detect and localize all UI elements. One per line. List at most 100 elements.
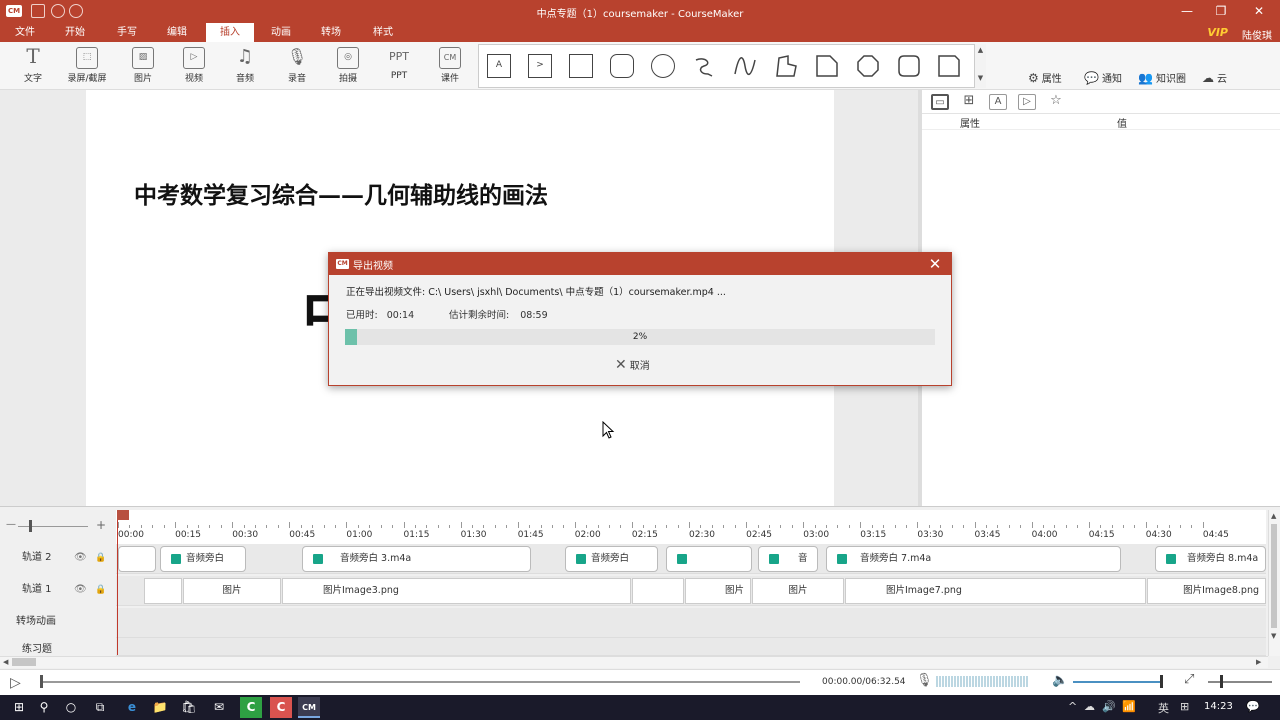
text-tab-icon[interactable]: A — [989, 94, 1007, 110]
cancel-export-button[interactable]: ✕ 取消 — [615, 356, 661, 374]
volume-icon[interactable]: 🔊 — [1102, 700, 1116, 713]
wave-shape[interactable] — [733, 54, 757, 78]
canvas-zoom-slider[interactable] — [1208, 681, 1272, 683]
image-clip[interactable]: 图片 — [183, 578, 281, 604]
mail-icon[interactable]: ✉ — [208, 697, 230, 718]
clock[interactable]: 14:23 — [1204, 701, 1233, 712]
scroll-up-icon[interactable]: ▲ — [1271, 512, 1276, 520]
properties-button[interactable]: ⚙ 属性 — [1028, 69, 1062, 87]
vertical-scroll-thumb[interactable] — [1271, 524, 1277, 628]
knowledge-circle-button[interactable]: 👥 知识圈 — [1138, 69, 1186, 87]
octagon-shape[interactable] — [856, 54, 880, 78]
store-icon[interactable]: 🛍 — [178, 697, 200, 718]
network-icon[interactable]: 📶 — [1122, 700, 1136, 713]
menu-insert[interactable]: 插入 — [206, 23, 254, 42]
timeline-vertical-scrollbar[interactable]: ▲ ▼ — [1268, 510, 1280, 656]
textbox-shape[interactable]: A — [487, 54, 511, 78]
record-tool-button[interactable]: 🎙 录音 — [274, 45, 320, 87]
image-clip[interactable]: 图片 — [752, 578, 844, 604]
video-tool-button[interactable]: ▷ 视频 — [171, 45, 217, 87]
timeline-zoom-control[interactable]: — + — [0, 510, 116, 544]
freeform-shape[interactable] — [774, 54, 798, 78]
image-clip[interactable]: 图片Image3.png — [282, 578, 631, 604]
canvas-zoom-knob[interactable] — [1220, 675, 1223, 688]
screen-record-button[interactable]: ⬚ 录屏/截屏 — [64, 45, 110, 87]
seek-bar[interactable] — [40, 681, 800, 683]
spiral-shape[interactable] — [692, 54, 716, 78]
volume-knob[interactable] — [1160, 675, 1163, 688]
menu-style[interactable]: 样式 — [364, 23, 402, 42]
audio-clip[interactable]: 音频旁白 — [565, 546, 658, 572]
scroll-right-icon[interactable]: ▶ — [1256, 658, 1261, 666]
input-method-icon[interactable]: ⊞ — [1180, 700, 1189, 713]
menu-edit[interactable]: 编辑 — [158, 23, 196, 42]
image-clip[interactable]: 图片 — [685, 578, 751, 604]
cortana-icon[interactable]: ○ — [60, 697, 82, 718]
seek-knob[interactable] — [40, 675, 43, 688]
scroll-up-icon[interactable]: ▲ — [975, 46, 986, 54]
audio-tool-button[interactable]: ♫ 音频 — [222, 45, 268, 87]
scroll-down-icon[interactable]: ▼ — [1271, 632, 1276, 640]
image-clip[interactable] — [144, 578, 182, 604]
coursemaker-taskbar-icon[interactable]: CM — [298, 697, 320, 718]
fit-screen-icon[interactable]: ⤢ — [1184, 672, 1194, 687]
tray-overflow-icon[interactable]: ^ — [1068, 700, 1077, 713]
audio-clip[interactable] — [118, 546, 156, 572]
microphone-icon[interactable]: 🎙 — [916, 673, 933, 688]
vip-badge[interactable]: VIP — [1207, 26, 1228, 39]
image-clip[interactable]: 图片Image8.png — [1147, 578, 1266, 604]
audio-clip[interactable]: 音频旁白 3.m4a — [302, 546, 531, 572]
circle-shape[interactable] — [651, 54, 675, 78]
horizontal-scroll-thumb[interactable] — [12, 658, 36, 666]
start-menu-icon[interactable]: ⊞ — [8, 697, 30, 718]
ppt-tool-button[interactable]: PPT PPT — [376, 45, 422, 87]
star-tab-icon[interactable]: ☆ — [1047, 94, 1065, 110]
playhead-line[interactable] — [117, 510, 118, 655]
edge-icon[interactable]: e — [121, 697, 143, 718]
image-clip[interactable] — [632, 578, 684, 604]
input-language-indicator[interactable]: 英 — [1158, 700, 1169, 716]
image-clip[interactable]: 图片Image7.png — [845, 578, 1146, 604]
camtasia-red-icon[interactable]: C — [270, 697, 292, 718]
zoom-in-icon[interactable]: + — [96, 518, 106, 532]
menu-start[interactable]: 开始 — [56, 23, 94, 42]
lock-icon[interactable]: 🔒 — [95, 544, 106, 572]
speaker-icon[interactable]: 🔈 — [1052, 673, 1068, 688]
snip-corner-shape[interactable] — [815, 54, 839, 78]
menu-handwrite[interactable]: 手写 — [108, 23, 146, 42]
playhead-handle[interactable] — [117, 510, 129, 520]
snip-rectangle-shape[interactable] — [937, 54, 961, 78]
audio-clip[interactable]: 音频旁白 — [160, 546, 246, 572]
user-name[interactable]: 陆俊琪 — [1242, 27, 1272, 42]
rectangle-shape[interactable] — [569, 54, 593, 78]
camera-tool-button[interactable]: ◎ 拍摄 — [325, 45, 371, 87]
task-view-icon[interactable]: ⧉ — [89, 697, 111, 718]
notify-button[interactable]: 💬 通知 — [1084, 69, 1122, 87]
timeline-horizontal-scrollbar[interactable]: ◀ ▶ — [0, 656, 1268, 668]
arrow-textbox-shape[interactable]: > — [528, 54, 552, 78]
onedrive-icon[interactable]: ☁ — [1084, 700, 1095, 713]
zoom-slider-knob[interactable] — [29, 520, 32, 532]
menu-file[interactable]: 文件 — [6, 23, 44, 42]
scroll-left-icon[interactable]: ◀ — [3, 658, 8, 666]
minimize-button[interactable]: — — [1172, 3, 1202, 20]
audio-clip[interactable] — [666, 546, 752, 572]
audio-clip[interactable]: 音 — [758, 546, 818, 572]
audio-clip[interactable]: 音频旁白 8.m4a — [1155, 546, 1266, 572]
menu-animation[interactable]: 动画 — [262, 23, 300, 42]
camtasia-green-icon[interactable]: C — [240, 697, 262, 718]
rounded-snip-shape[interactable] — [897, 54, 921, 78]
close-button[interactable]: ✕ — [1244, 3, 1274, 20]
menu-transition[interactable]: 转场 — [312, 23, 350, 42]
lock-icon[interactable]: 🔒 — [95, 576, 106, 604]
image-tool-button[interactable]: ▨ 图片 — [120, 45, 166, 87]
media-tab-icon[interactable]: ▷ — [1018, 94, 1036, 110]
eye-icon[interactable]: 👁 — [74, 544, 87, 572]
zoom-out-icon[interactable]: — — [6, 519, 16, 530]
text-tool-button[interactable]: T 文字 — [10, 45, 56, 87]
restore-button[interactable]: ❐ — [1206, 3, 1236, 20]
file-explorer-icon[interactable]: 📁 — [149, 697, 171, 718]
notification-icon[interactable]: 💬 — [1246, 700, 1260, 713]
eye-icon[interactable]: 👁 — [74, 576, 87, 604]
search-icon[interactable]: ⚲ — [33, 697, 55, 718]
